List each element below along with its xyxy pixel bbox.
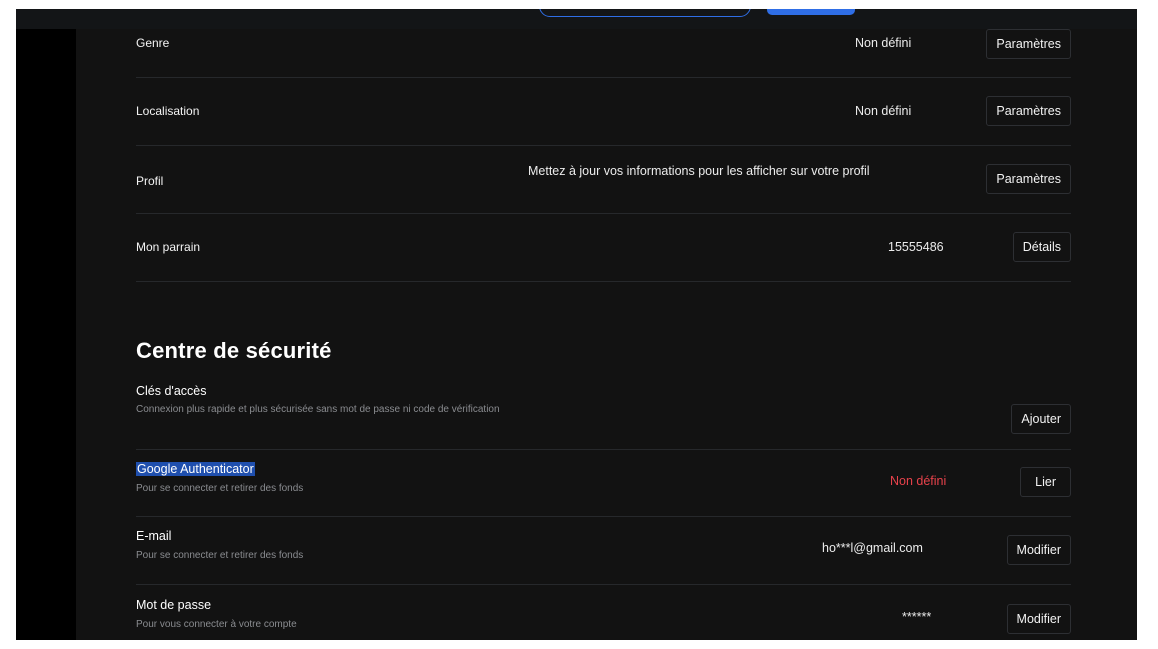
security-row-google-auth: Google Authenticator Pour se connecter e… — [136, 450, 1071, 517]
security-item-title: Mot de passe — [136, 598, 212, 612]
header-search-pill[interactable] — [539, 9, 751, 17]
row-label: Mon parrain — [136, 240, 201, 254]
top-bar — [16, 9, 1137, 29]
security-row-passkeys: Clés d'accès Connexion plus rapide et pl… — [136, 384, 1071, 450]
row-value: Mettez à jour vos informations pour les … — [528, 164, 870, 178]
profile-row-sponsor: Mon parrain 15555486 Détails — [136, 214, 1071, 282]
security-item-title: Google Authenticator — [136, 462, 255, 476]
location-settings-button[interactable]: Paramètres — [986, 96, 1071, 126]
password-value: ****** — [902, 610, 932, 624]
profile-row-location: Localisation Non défini Paramètres — [136, 78, 1071, 146]
row-value: Non défini — [855, 36, 912, 50]
sponsor-details-button[interactable]: Détails — [1012, 232, 1071, 262]
security-item-title: E-mail — [136, 529, 172, 543]
link-google-auth-button[interactable]: Lier — [1020, 467, 1071, 497]
security-item-description: Pour se connecter et retirer des fonds — [136, 550, 304, 561]
security-row-password: Mot de passe Pour vous connecter à votre… — [136, 585, 1071, 640]
header-primary-button[interactable] — [767, 9, 855, 15]
row-label: Profil — [136, 174, 164, 188]
modify-email-button[interactable]: Modifier — [1006, 535, 1071, 565]
email-value: ho***l@gmail.com — [822, 541, 923, 555]
browser-viewport: Genre Non défini Paramètres Localisation… — [16, 9, 1137, 640]
security-item-description: Pour vous connecter à votre compte — [136, 619, 297, 630]
profile-settings-button[interactable]: Paramètres — [986, 164, 1071, 194]
google-auth-status: Non défini — [890, 474, 947, 488]
profile-row-gender: Genre Non défini Paramètres — [136, 29, 1071, 78]
row-value: Non défini — [855, 104, 912, 118]
security-item-description: Connexion plus rapide et plus sécurisée … — [136, 404, 500, 415]
row-label: Localisation — [136, 104, 200, 118]
security-section-title: Centre de sécurité — [136, 338, 332, 363]
modify-password-button[interactable]: Modifier — [1006, 604, 1071, 634]
settings-panel: Genre Non défini Paramètres Localisation… — [76, 29, 1137, 640]
profile-row-profile: Profil Mettez à jour vos informations po… — [136, 146, 1071, 214]
row-label: Genre — [136, 36, 170, 50]
row-value: 15555486 — [888, 240, 944, 254]
security-row-email: E-mail Pour se connecter et retirer des … — [136, 517, 1071, 585]
gender-settings-button[interactable]: Paramètres — [986, 29, 1071, 59]
security-item-title: Clés d'accès — [136, 384, 207, 398]
add-passkey-button[interactable]: Ajouter — [1011, 404, 1071, 434]
security-item-description: Pour se connecter et retirer des fonds — [136, 483, 304, 494]
